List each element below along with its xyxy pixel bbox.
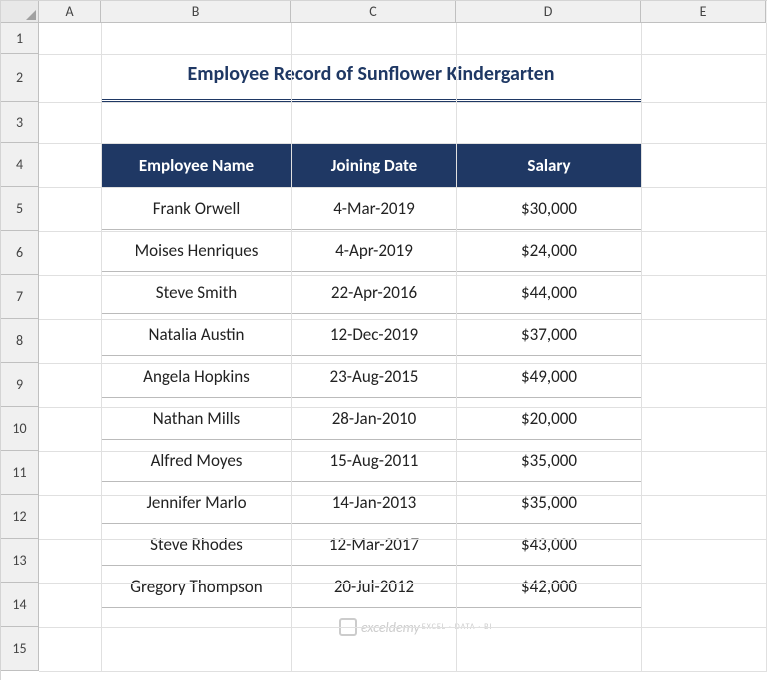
cell-date[interactable]: 22-Apr-2016	[292, 272, 457, 314]
header-name[interactable]: Employee Name	[102, 144, 292, 188]
row-header-3[interactable]: 3	[1, 102, 39, 143]
cell-name[interactable]: Moises Henriques	[102, 230, 292, 272]
cell-name[interactable]: Gregory Thompson	[102, 566, 292, 608]
cell-name[interactable]: Steve Rhodes	[102, 524, 292, 566]
cell-date[interactable]: 4-Apr-2019	[292, 230, 457, 272]
spreadsheet-grid: A B C D E 123456789101112131415 Employee…	[0, 0, 767, 680]
cell-name[interactable]: Nathan Mills	[102, 398, 292, 440]
table-row: Angela Hopkins23-Aug-2015$49,000	[102, 356, 642, 398]
row-header-6[interactable]: 6	[1, 231, 39, 275]
col-header-D[interactable]: D	[456, 1, 641, 23]
cell-date[interactable]: 20-Jul-2012	[292, 566, 457, 608]
row-header-11[interactable]: 11	[1, 451, 39, 495]
row-header-10[interactable]: 10	[1, 407, 39, 451]
cells-area[interactable]: Employee Record of Sunflower Kindergarte…	[39, 23, 767, 671]
cell-salary[interactable]: $30,000	[457, 188, 642, 230]
cell-salary[interactable]: $49,000	[457, 356, 642, 398]
cell-date[interactable]: 4-Mar-2019	[292, 188, 457, 230]
col-header-A[interactable]: A	[39, 1, 101, 23]
cell-salary[interactable]: $43,000	[457, 524, 642, 566]
cell-name[interactable]: Steve Smith	[102, 272, 292, 314]
header-salary[interactable]: Salary	[457, 144, 642, 188]
cell-name[interactable]: Angela Hopkins	[102, 356, 292, 398]
row-header-13[interactable]: 13	[1, 539, 39, 583]
cell-salary[interactable]: $35,000	[457, 482, 642, 524]
table-row: Steve Rhodes12-Mar-2017$43,000	[102, 524, 642, 566]
header-date[interactable]: Joining Date	[292, 144, 457, 188]
table-row: Gregory Thompson20-Jul-2012$42,000	[102, 566, 642, 608]
cell-date[interactable]: 23-Aug-2015	[292, 356, 457, 398]
cell-date[interactable]: 15-Aug-2011	[292, 440, 457, 482]
table-header-row: Employee Name Joining Date Salary	[102, 144, 642, 188]
cell-date[interactable]: 14-Jan-2013	[292, 482, 457, 524]
cell-date[interactable]: 12-Mar-2017	[292, 524, 457, 566]
row-header-4[interactable]: 4	[1, 143, 39, 187]
col-header-E[interactable]: E	[641, 1, 766, 23]
row-header-1[interactable]: 1	[1, 23, 39, 54]
table-row: Alfred Moyes15-Aug-2011$35,000	[102, 440, 642, 482]
table-row: Moises Henriques4-Apr-2019$24,000	[102, 230, 642, 272]
cell-salary[interactable]: $44,000	[457, 272, 642, 314]
row-header-9[interactable]: 9	[1, 363, 39, 407]
cell-salary[interactable]: $42,000	[457, 566, 642, 608]
cell-salary[interactable]: $35,000	[457, 440, 642, 482]
cell-name[interactable]: Frank Orwell	[102, 188, 292, 230]
row-headers-column: 123456789101112131415	[1, 23, 39, 671]
cell-date[interactable]: 28-Jan-2010	[292, 398, 457, 440]
col-header-C[interactable]: C	[291, 1, 456, 23]
row-header-8[interactable]: 8	[1, 319, 39, 363]
page-title: Employee Record of Sunflower Kindergarte…	[101, 54, 641, 102]
row-header-14[interactable]: 14	[1, 583, 39, 627]
cell-salary[interactable]: $20,000	[457, 398, 642, 440]
column-headers-row: A B C D E	[1, 1, 767, 23]
table-row: Frank Orwell4-Mar-2019$30,000	[102, 188, 642, 230]
table-row: Nathan Mills28-Jan-2010$20,000	[102, 398, 642, 440]
cell-name[interactable]: Alfred Moyes	[102, 440, 292, 482]
cell-salary[interactable]: $24,000	[457, 230, 642, 272]
table-row: Jennifer Marlo14-Jan-2013$35,000	[102, 482, 642, 524]
table-row: Steve Smith22-Apr-2016$44,000	[102, 272, 642, 314]
row-header-15[interactable]: 15	[1, 627, 39, 671]
row-header-2[interactable]: 2	[1, 54, 39, 102]
select-all-corner[interactable]	[1, 1, 39, 23]
cell-name[interactable]: Jennifer Marlo	[102, 482, 292, 524]
row-header-12[interactable]: 12	[1, 495, 39, 539]
row-header-7[interactable]: 7	[1, 275, 39, 319]
col-header-B[interactable]: B	[101, 1, 291, 23]
row-header-5[interactable]: 5	[1, 187, 39, 231]
